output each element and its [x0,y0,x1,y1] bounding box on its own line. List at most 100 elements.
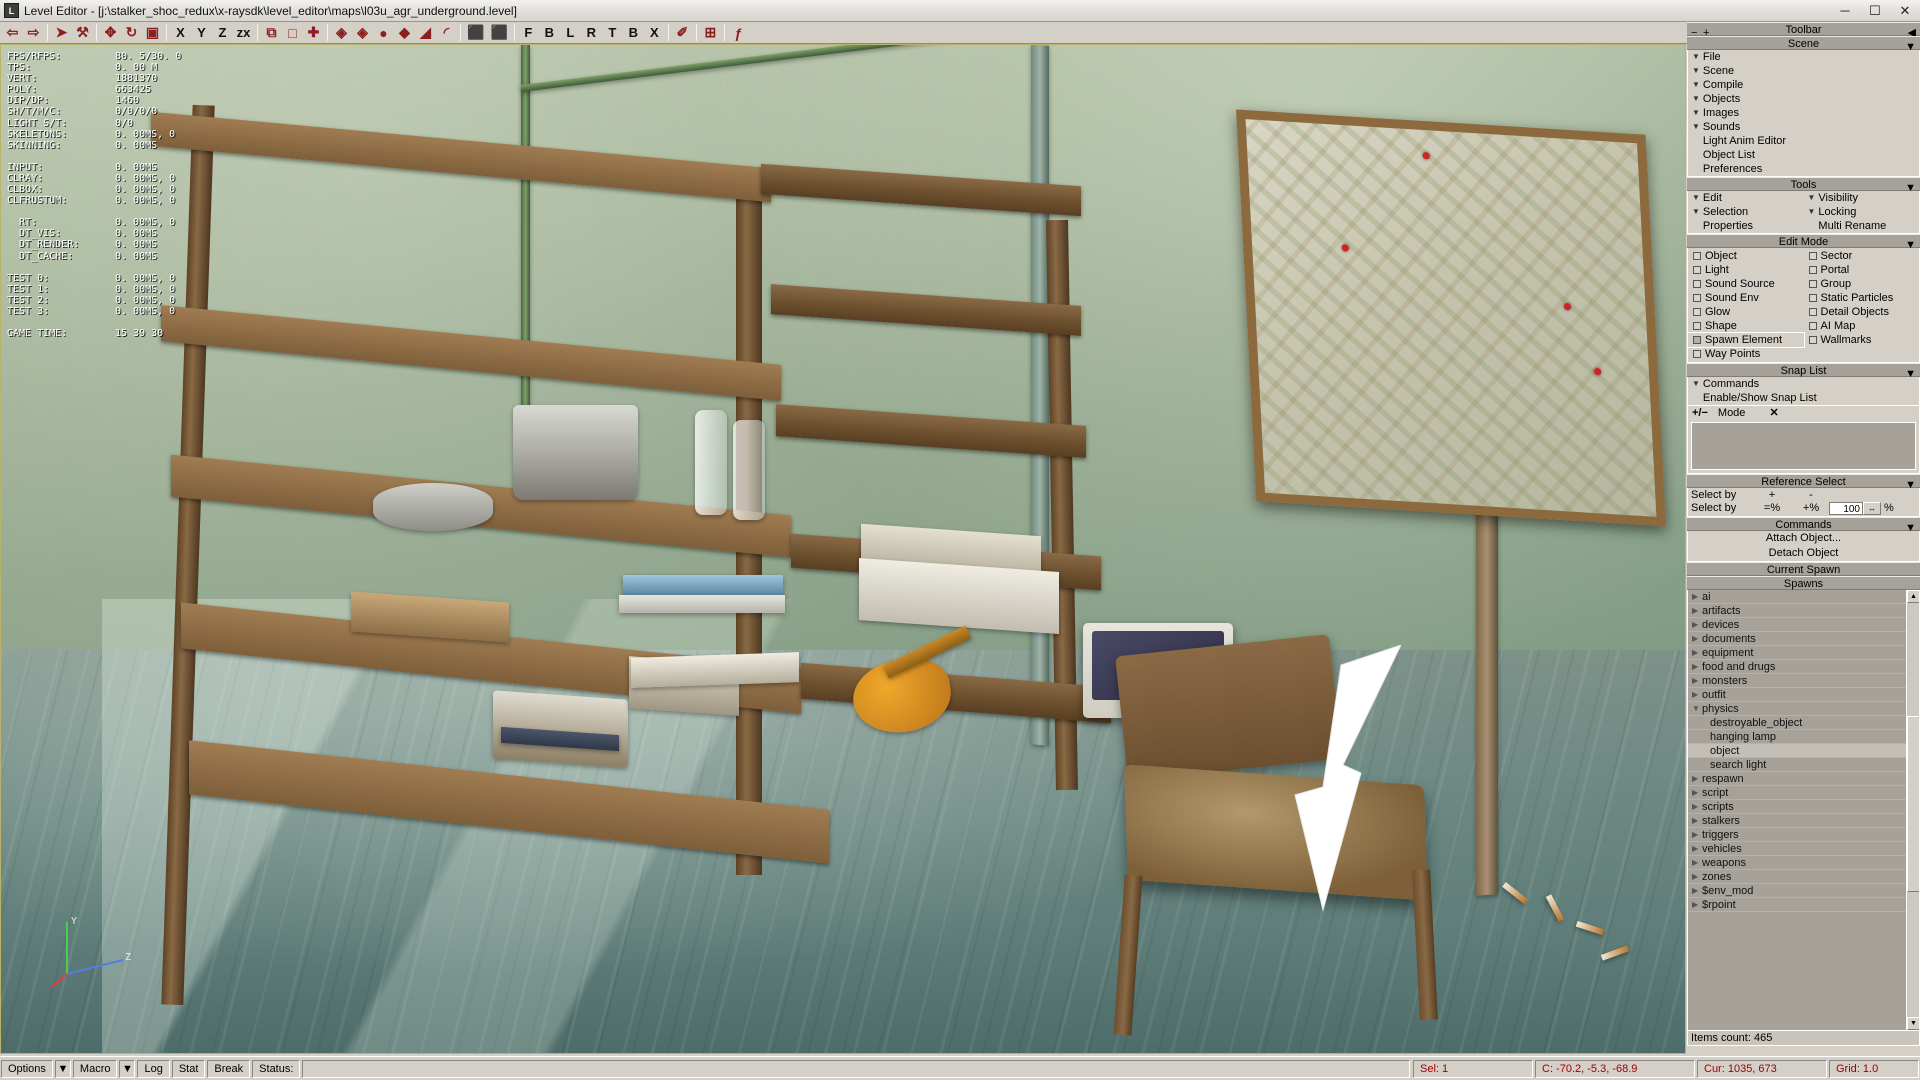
detach-object-button[interactable]: Detach Object [1688,546,1919,561]
chevron-right-icon[interactable]: ▶ [1692,858,1702,867]
checkbox-icon[interactable] [1808,266,1817,274]
view-back-button[interactable]: B [539,23,560,43]
edit-mode-light[interactable]: Light [1688,263,1804,277]
edit-mode-shape[interactable]: Shape [1688,319,1804,333]
align-icon[interactable]: ⧉ [261,23,282,43]
spawn-node-food-and-drugs[interactable]: ▶ food and drugs [1688,660,1906,674]
checkbox-icon[interactable] [1693,294,1701,302]
edit-mode-detail-objects[interactable]: Detail Objects [1804,305,1920,319]
axis-zx-label[interactable]: zx [233,23,254,43]
checkbox-icon[interactable] [1808,280,1817,288]
view-reset-button[interactable]: X [644,23,665,43]
panel-header-reference-select[interactable]: Reference Select ▼ [1687,474,1920,491]
move-icon[interactable]: ✥ [100,23,121,43]
break-button[interactable]: Break [207,1059,251,1078]
chevron-right-icon[interactable]: ▶ [1692,872,1702,881]
spawn-node-triggers[interactable]: ▶ triggers [1688,828,1906,842]
panel-header-commands[interactable]: Commands ▼ [1687,517,1920,534]
tools-item-multi-rename[interactable]: ▼Multi Rename [1804,219,1920,233]
scroll-down-arrow[interactable]: ▼ [1907,1017,1919,1030]
spawn-node-$env_mod[interactable]: ▶ $env_mod [1688,884,1906,898]
chevron-right-icon[interactable]: ▶ [1692,648,1702,657]
snap-commands-item[interactable]: ▼ Commands [1688,377,1919,391]
spawn-node-equipment[interactable]: ▶ equipment [1688,646,1906,660]
scene-item-objects[interactable]: ▼ Objects [1688,92,1919,106]
chevron-right-icon[interactable]: ▶ [1692,844,1702,853]
spawn-node-$rpoint[interactable]: ▶ $rpoint [1688,898,1906,912]
stat-button[interactable]: Stat [171,1059,206,1078]
axis-x-label[interactable]: X [170,23,191,43]
view-bottom-button[interactable]: B [623,23,644,43]
edit-mode-sound-env[interactable]: Sound Env [1688,291,1804,305]
checkbox-icon[interactable] [1808,322,1817,330]
view-right-button[interactable]: R [581,23,602,43]
edit-mode-ai-map[interactable]: AI Map [1804,319,1920,333]
view-front-button[interactable]: F [518,23,539,43]
spawn-node-devices[interactable]: ▶ devices [1688,618,1906,632]
spawn-node-stalkers[interactable]: ▶ stalkers [1688,814,1906,828]
dock-toolbar-header[interactable]: − + Toolbar ◀ [1687,22,1920,39]
log-button[interactable]: Log [137,1059,170,1078]
paint-bucket-icon[interactable]: ⚒ [72,23,93,43]
edit-mode-way-points[interactable]: Way Points [1688,347,1804,361]
grid-icon[interactable]: ⊞ [700,23,721,43]
undo-icon[interactable]: ⇦ [2,23,23,43]
spawns-scrollbar[interactable]: ▲ ▼ [1906,590,1919,1030]
select-by-plus-percent-button[interactable]: +% [1793,502,1829,515]
axis-y-label[interactable]: Y [191,23,212,43]
pivot-icon[interactable]: ✚ [303,23,324,43]
spawn-node-destroyable_object[interactable]: destroyable_object [1688,716,1906,730]
checkbox-icon[interactable] [1693,336,1701,344]
select-by-plus-button[interactable]: + [1751,489,1793,502]
scroll-up-arrow[interactable]: ▲ [1907,590,1919,603]
cube-alt-icon[interactable]: ⬛ [487,23,510,43]
spawn-node-outfit[interactable]: ▶ outfit [1688,688,1906,702]
spawn-node-weapons[interactable]: ▶ weapons [1688,856,1906,870]
scroll-thumb[interactable] [1907,716,1919,892]
erase-icon[interactable]: ◢ [415,23,436,43]
edit-mode-object[interactable]: Object [1688,249,1804,263]
chevron-right-icon[interactable]: ▶ [1692,886,1702,895]
spawn-node-script[interactable]: ▶ script [1688,786,1906,800]
chevron-right-icon[interactable]: ▶ [1692,816,1702,825]
italic-f-icon[interactable]: ƒ [728,23,749,43]
scene-item-preferences[interactable]: ▼Preferences [1688,162,1919,176]
spawn-node-documents[interactable]: ▶ documents [1688,632,1906,646]
3d-viewport[interactable]: Y Z FPS/RFPS: 80. 5/30. 0 TPS: 0. 00 M VERT:… [0,44,1686,1054]
chevron-down-icon[interactable]: ▼ [1905,478,1916,492]
maximize-button[interactable]: ☐ [1860,0,1890,22]
view-top-button[interactable]: T [602,23,623,43]
scale-icon[interactable]: ▣ [142,23,163,43]
rotate-icon[interactable]: ↻ [121,23,142,43]
checkbox-icon[interactable] [1693,322,1701,330]
chevron-down-icon[interactable]: ▼ [1905,521,1916,535]
object-add-icon[interactable]: ◈ [331,23,352,43]
options-button[interactable]: Options [1,1059,53,1078]
scene-item-object-list[interactable]: ▼Object List [1688,148,1919,162]
scene-item-compile[interactable]: ▼ Compile [1688,78,1919,92]
panel-header-snap-list[interactable]: Snap List ▼ [1687,363,1920,380]
percent-input[interactable]: 100 [1829,502,1863,515]
axis-z-label[interactable]: Z [212,23,233,43]
chevron-right-icon[interactable]: ▶ [1692,788,1702,797]
macro-button[interactable]: Macro [72,1059,118,1078]
checkbox-icon[interactable] [1808,252,1817,260]
chevron-down-icon[interactable]: ▼ [1692,704,1702,713]
panel-header-edit-mode[interactable]: Edit Mode ▼ [1687,234,1920,251]
chevron-right-icon[interactable]: ▶ [1692,774,1702,783]
tools-item-visibility[interactable]: ▼ Visibility [1804,191,1920,205]
tools-item-edit[interactable]: ▼ Edit [1688,191,1804,205]
tools-item-properties[interactable]: ▼Properties [1688,219,1804,233]
spawns-tree[interactable]: ▶ ai ▶ artifacts ▶ devices ▶ documents ▶ equipmen… [1687,590,1920,1030]
select-by-eq-percent-button[interactable]: =% [1751,502,1793,515]
spawn-node-object[interactable]: object [1688,744,1906,758]
scene-item-file[interactable]: ▼ File [1688,50,1919,64]
select-by-minus-button[interactable]: - [1793,489,1829,502]
link-icon[interactable]: ◜ [436,23,457,43]
close-icon[interactable]: ✕ [1769,407,1778,419]
checkbox-icon[interactable] [1693,308,1701,316]
minimize-button[interactable]: ─ [1830,0,1860,22]
select-cursor-icon[interactable]: ➤ [51,23,72,43]
sphere-icon[interactable]: ● [373,23,394,43]
chevron-down-icon[interactable]: ▼ [1905,181,1916,195]
